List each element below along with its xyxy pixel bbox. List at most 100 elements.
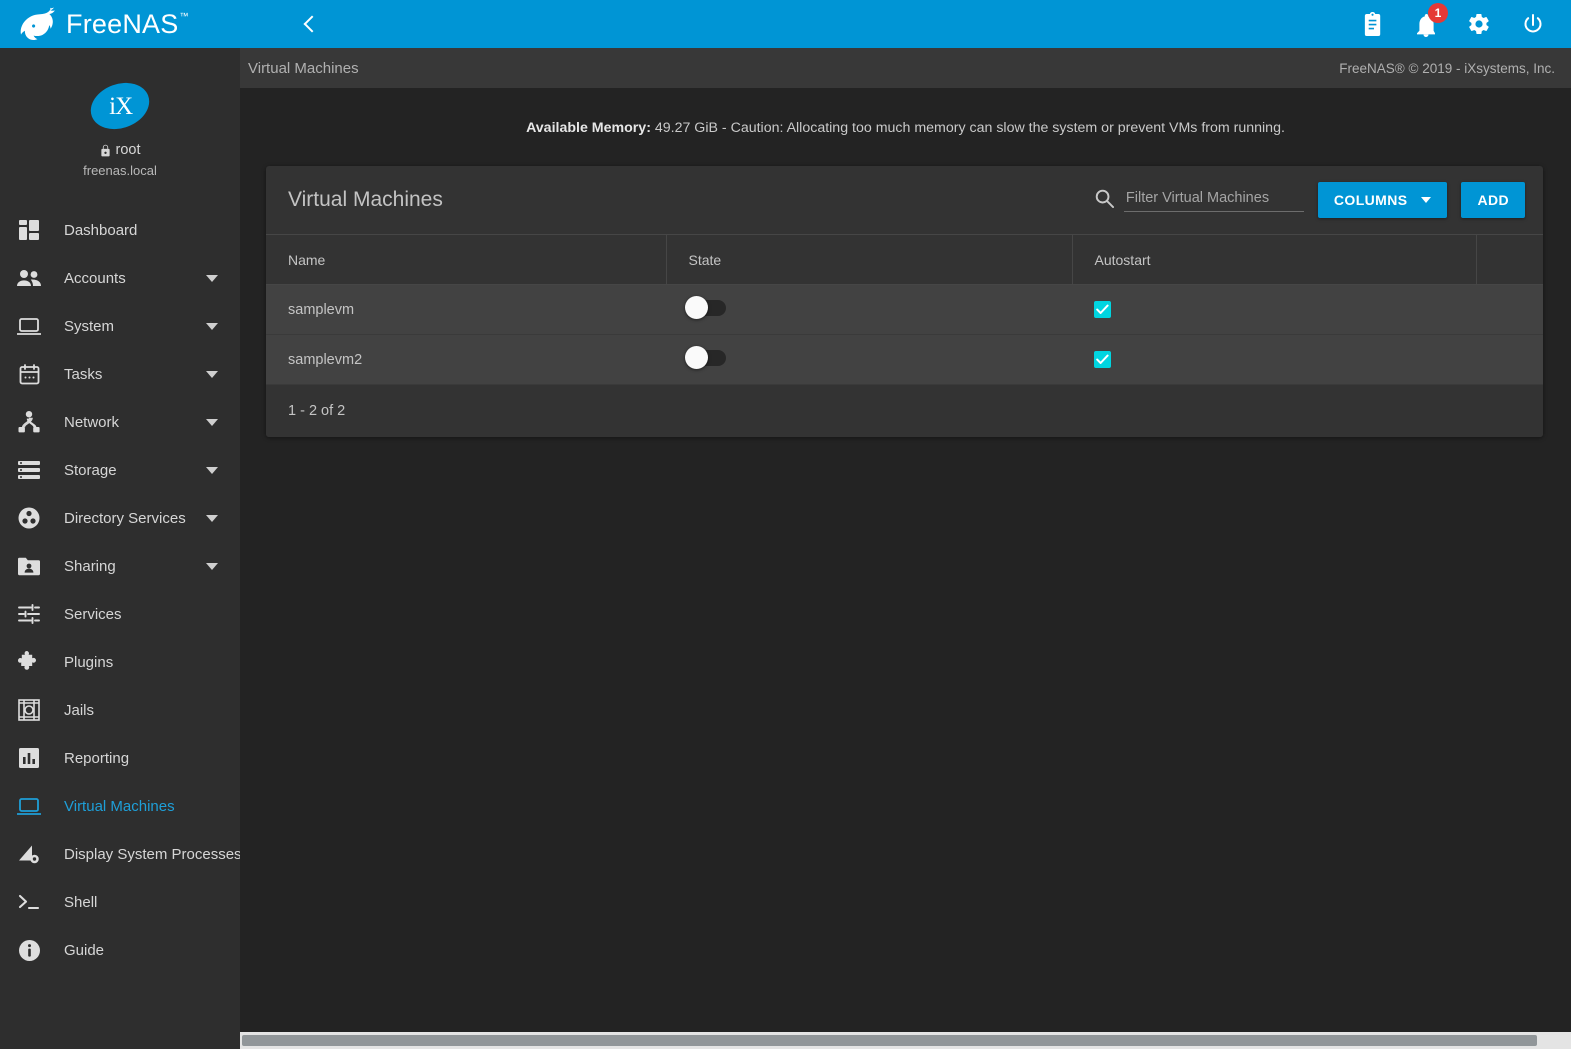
sidebar-item-label: Shell: [64, 893, 98, 911]
breadcrumb: Virtual Machines FreeNAS® © 2019 - iXsys…: [240, 48, 1571, 88]
chevron-down-icon[interactable]: [206, 418, 218, 426]
hamburger-icon[interactable]: [260, 15, 284, 33]
topbar-left-controls: [260, 15, 321, 33]
available-memory-text: 49.27 GiB - Caution: Allocating too much…: [650, 120, 1285, 136]
vm-name-cell: samplevm2: [266, 334, 666, 385]
sidebar-item-display-system-processes[interactable]: Display System Processes: [0, 830, 240, 878]
table-row[interactable]: samplevm2: [266, 334, 1543, 385]
sidebar-item-label: Dashboard: [64, 221, 138, 239]
add-button[interactable]: ADD: [1461, 182, 1525, 218]
sidebar-item-label: Virtual Machines: [64, 797, 175, 815]
sidebar-item-jails[interactable]: Jails: [0, 686, 240, 734]
chevron-down-icon[interactable]: [206, 466, 218, 474]
vm-expand-cell: [1476, 334, 1543, 385]
sidebar-item-shell[interactable]: Shell: [0, 878, 240, 926]
search-icon[interactable]: [1095, 189, 1114, 208]
sidebar-item-network[interactable]: Network: [0, 398, 240, 446]
sidebar-item-label: Plugins: [64, 653, 114, 671]
card-header: Virtual Machines COLUMNS ADD: [266, 166, 1543, 234]
tasks-calendar-icon: [14, 361, 44, 387]
available-memory-note: Available Memory: 49.27 GiB - Caution: A…: [240, 88, 1571, 154]
sidebar-item-reporting[interactable]: Reporting: [0, 734, 240, 782]
vm-name-cell: samplevm: [266, 284, 666, 335]
check-icon: [1096, 304, 1109, 314]
chevron-down-icon[interactable]: [206, 514, 218, 522]
shell-prompt-icon: [14, 889, 44, 915]
search-input[interactable]: [1123, 187, 1304, 212]
logo-wordmark: FreeNAS™: [66, 8, 189, 39]
table-head: Name State Autostart: [266, 234, 1543, 285]
clipboard-icon[interactable]: [1362, 11, 1385, 37]
column-header-autostart[interactable]: Autostart: [1072, 234, 1477, 285]
vm-autostart-checkbox[interactable]: [1094, 350, 1111, 368]
top-app-bar: FreeNAS™ 1: [0, 0, 1571, 48]
chevron-down-icon[interactable]: [206, 562, 218, 570]
sidebar-item-label: Jails: [64, 701, 95, 719]
sidebar-item-guide[interactable]: Guide: [0, 926, 240, 974]
vm-state-toggle[interactable]: [685, 295, 726, 319]
chevron-left-icon[interactable]: [302, 15, 321, 33]
sidebar-item-label: Tasks: [64, 365, 103, 383]
system-icon: [14, 313, 44, 339]
ix-avatar-label: iX: [108, 92, 132, 120]
vm-state-cell: [666, 334, 1072, 385]
sidebar-item-services[interactable]: Services: [0, 590, 240, 638]
display-processes-icon: [14, 841, 44, 867]
sidebar-item-label: Accounts: [64, 269, 126, 287]
check-icon: [1096, 354, 1109, 364]
ix-avatar: iX: [84, 75, 156, 137]
sidebar-item-label: Services: [64, 605, 122, 623]
sidebar-item-label: Storage: [64, 461, 117, 479]
virtual-machines-table: Name State Autostart samplevm samplevm2: [266, 234, 1543, 385]
column-header-name[interactable]: Name: [266, 234, 667, 285]
vm-expand-cell: [1476, 284, 1543, 335]
sidebar-item-plugins[interactable]: Plugins: [0, 638, 240, 686]
sidebar-item-accounts[interactable]: Accounts: [0, 254, 240, 302]
available-memory-label: Available Memory:: [526, 120, 651, 136]
pagination-label: 1 - 2 of 2: [288, 403, 346, 419]
username-row: root: [0, 142, 240, 158]
hostname-label: freenas.local: [83, 163, 157, 178]
sidebar-item-virtual-machines[interactable]: Virtual Machines: [0, 782, 240, 830]
sidebar-item-dashboard[interactable]: Dashboard: [0, 206, 240, 254]
sidebar-item-storage[interactable]: Storage: [0, 446, 240, 494]
horizontal-scrollbar-thumb[interactable]: [242, 1035, 1537, 1046]
freenas-logo[interactable]: FreeNAS™: [0, 0, 240, 48]
sidebar-item-sharing[interactable]: Sharing: [0, 542, 240, 590]
chevron-down-icon[interactable]: [206, 322, 218, 330]
sidebar-nav: Dashboard Accounts System Tasks Network …: [0, 206, 240, 974]
freenas-app: FreeNAS™ 1 iX root freenas.local Dashboa…: [0, 0, 1571, 1049]
power-icon[interactable]: [1521, 12, 1545, 36]
chevron-right-icon[interactable]: [1541, 352, 1543, 366]
sidebar-item-directory-services[interactable]: Directory Services: [0, 494, 240, 542]
vm-autostart-cell: [1072, 334, 1476, 385]
sidebar-item-tasks[interactable]: Tasks: [0, 350, 240, 398]
virtual-machines-icon: [14, 793, 44, 819]
storage-icon: [14, 457, 44, 483]
copyright-label: FreeNAS® © 2019 - iXsystems, Inc.: [1339, 60, 1555, 76]
column-header-actions: [1476, 234, 1543, 285]
sidebar: iX root freenas.local Dashboard Accounts…: [0, 48, 240, 1049]
chevron-down-icon: [1421, 197, 1432, 203]
chevron-down-icon[interactable]: [206, 274, 218, 282]
lock-icon: [100, 144, 110, 156]
gear-icon[interactable]: [1467, 12, 1491, 36]
vm-state-toggle[interactable]: [685, 345, 726, 369]
topbar-right-controls: 1: [1362, 2, 1571, 37]
horizontal-scrollbar[interactable]: [240, 1032, 1571, 1049]
sidebar-item-system[interactable]: System: [0, 302, 240, 350]
sidebar-item-label: Guide: [64, 941, 105, 959]
card-toolbar: COLUMNS ADD: [1095, 182, 1525, 218]
scrollbar-gutter: [0, 1032, 240, 1049]
bell-icon[interactable]: 1: [1415, 2, 1448, 37]
vm-autostart-checkbox[interactable]: [1094, 300, 1111, 318]
chevron-right-icon[interactable]: [1541, 302, 1543, 316]
vm-state-cell: [666, 284, 1072, 335]
username-label: root: [115, 142, 141, 158]
sidebar-item-label: Display System Processes: [64, 845, 240, 863]
sidebar-item-label: Directory Services: [64, 509, 186, 527]
columns-button[interactable]: COLUMNS: [1317, 182, 1448, 218]
column-header-state[interactable]: State: [666, 234, 1073, 285]
table-row[interactable]: samplevm: [266, 284, 1543, 335]
chevron-down-icon[interactable]: [206, 370, 218, 378]
